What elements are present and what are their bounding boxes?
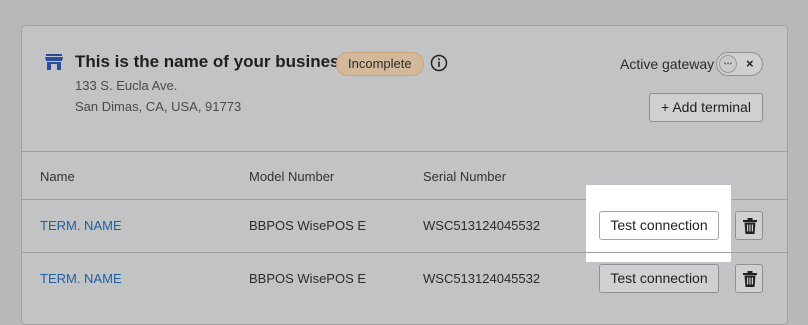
model-number: BBPOS WisePOS E xyxy=(249,218,367,233)
test-connection-button[interactable]: Test connection xyxy=(599,264,719,293)
model-number: BBPOS WisePOS E xyxy=(249,271,367,286)
trash-icon xyxy=(743,218,757,234)
store-icon xyxy=(45,54,63,70)
terminal-name-link[interactable]: TERM. NAME xyxy=(40,271,122,286)
delete-terminal-button[interactable] xyxy=(735,211,763,240)
column-header-model: Model Number xyxy=(249,169,335,184)
column-header-serial: Serial Number xyxy=(423,169,507,184)
business-name: This is the name of your business xyxy=(75,52,349,71)
terminal-name-link[interactable]: TERM. NAME xyxy=(40,218,122,233)
test-connection-button[interactable]: Test connection xyxy=(599,211,719,240)
address-line-2: San Dimas, CA, USA, 91773 xyxy=(75,99,242,114)
active-gateway-label: Active gateway xyxy=(620,56,715,72)
divider xyxy=(22,151,787,152)
trash-icon xyxy=(743,271,757,287)
add-terminal-button[interactable]: + Add terminal xyxy=(649,93,763,122)
delete-terminal-button[interactable] xyxy=(735,264,763,293)
info-icon[interactable] xyxy=(430,54,448,72)
divider xyxy=(22,252,787,253)
active-gateway-toggle[interactable]: ••• × xyxy=(716,52,763,76)
status-badge: Incomplete xyxy=(336,52,424,76)
toggle-off-icon: × xyxy=(746,56,754,71)
column-header-name: Name xyxy=(40,169,75,184)
toggle-knob: ••• xyxy=(719,55,737,73)
serial-number: WSC513124045532 xyxy=(423,218,541,233)
serial-number: WSC513124045532 xyxy=(423,271,541,286)
address-line-1: 133 S. Eucla Ave. xyxy=(75,78,178,93)
